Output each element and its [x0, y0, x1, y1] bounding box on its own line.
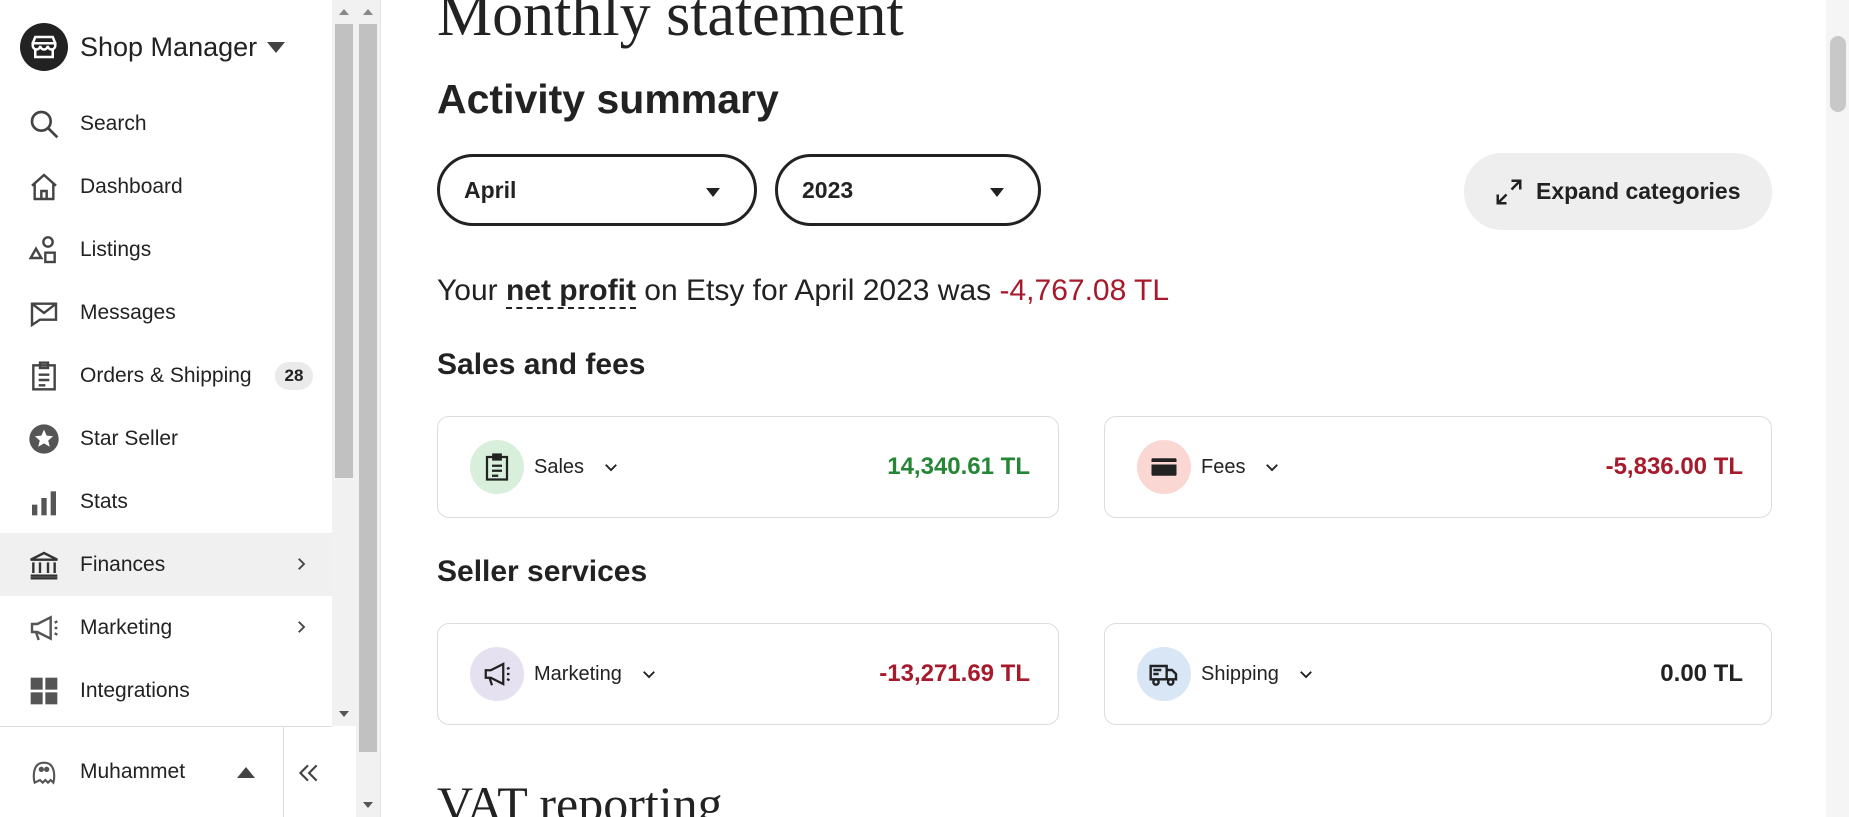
year-select-value: 2023 [802, 176, 854, 203]
net-profit-value: -4,767.08 TL [999, 274, 1170, 307]
clipboard-icon [28, 360, 60, 392]
sales-value: 14,340.61 TL [887, 453, 1030, 480]
year-select[interactable]: 2023 [775, 154, 1041, 226]
main-content: Monthly statement Activity summary April… [381, 0, 1826, 817]
chevron-right-icon [298, 558, 306, 570]
sidebar-item-stats[interactable]: Stats [0, 470, 332, 533]
sidebar-item-label: Search [80, 111, 147, 135]
shop-manager-menu[interactable]: Shop Manager [20, 22, 286, 72]
shipping-card[interactable]: Shipping 0.00 TL [1104, 623, 1772, 725]
sidebar-scrollbar[interactable] [356, 0, 380, 817]
sidebar-item-label: Dashboard [80, 174, 183, 198]
month-select[interactable]: April [437, 154, 757, 226]
sidebar-item-listings[interactable]: Listings [0, 218, 332, 281]
sidebar-item-label: Listings [80, 237, 152, 261]
sidebar-item-orders-shipping[interactable]: Orders & Shipping 28 [0, 344, 332, 407]
sidebar-nav-scrollbar[interactable] [332, 0, 356, 726]
fees-label: Fees [1201, 455, 1246, 478]
page-title: Monthly statement [437, 0, 904, 49]
expand-arrows-icon [1496, 179, 1522, 204]
collapse-sidebar-button[interactable] [283, 727, 332, 817]
sidebar-item-finances[interactable]: Finances [0, 533, 332, 596]
scroll-down-arrow-icon[interactable] [363, 802, 373, 808]
net-profit-tooltip-term[interactable]: net profit [505, 274, 636, 309]
sidebar-item-label: Finances [80, 552, 166, 576]
bar-chart-icon [28, 486, 60, 518]
shop-manager-title: Shop Manager [80, 31, 258, 62]
chevron-down-icon [642, 671, 655, 679]
expand-categories-button[interactable]: Expand categories [1464, 153, 1772, 230]
sidebar-item-search[interactable]: Search [0, 92, 332, 155]
scrollbar-thumb[interactable] [335, 24, 353, 478]
sales-label: Sales [534, 455, 585, 478]
bank-icon [28, 549, 60, 581]
fees-card[interactable]: Fees -5,836.00 TL [1104, 416, 1772, 518]
sidebar: Shop Manager Search Dashboard Listings M… [0, 0, 356, 817]
scrollbar-thumb[interactable] [1830, 36, 1846, 112]
profit-middle-text: on Etsy for April 2023 was [644, 274, 992, 307]
scroll-down-arrow-icon[interactable] [339, 711, 349, 717]
orders-count-badge: 28 [275, 362, 313, 390]
sidebar-item-label: Star Seller [80, 426, 179, 450]
user-avatar-icon [32, 761, 56, 785]
envelope-icon [28, 297, 60, 329]
scrollbar-thumb[interactable] [359, 24, 377, 752]
vat-reporting-heading: VAT reporting [437, 776, 723, 817]
credit-card-icon [1137, 440, 1191, 494]
net-profit-summary: Your net profit on Etsy for April 2023 w… [437, 274, 1170, 309]
shipping-label: Shipping [1201, 662, 1279, 685]
sidebar-item-label: Integrations [80, 678, 190, 702]
megaphone-icon [470, 647, 524, 701]
sidebar-nav-area: Shop Manager Search Dashboard Listings M… [0, 0, 332, 726]
chevron-right-icon [298, 621, 306, 633]
clipboard-icon [470, 440, 524, 494]
caret-down-icon [706, 188, 720, 197]
user-account-menu[interactable]: Muhammet [0, 726, 332, 817]
double-chevron-left-icon [298, 764, 318, 781]
sidebar-item-label: Marketing [80, 615, 173, 639]
marketing-label: Marketing [534, 662, 622, 685]
sidebar-item-label: Stats [80, 489, 128, 513]
sidebar-nav: Search Dashboard Listings Messages Order… [0, 92, 332, 722]
activity-summary-heading: Activity summary [437, 76, 779, 122]
chevron-down-icon [1299, 671, 1312, 679]
profit-prefix: Your [437, 274, 498, 307]
chevron-down-icon [1266, 464, 1279, 472]
marketing-value: -13,271.69 TL [879, 660, 1030, 687]
home-icon [28, 171, 60, 203]
megaphone-icon [28, 612, 60, 644]
sidebar-item-dashboard[interactable]: Dashboard [0, 155, 332, 218]
sidebar-item-star-seller[interactable]: Star Seller [0, 407, 332, 470]
grid-icon [28, 675, 60, 707]
sidebar-item-label: Messages [80, 300, 176, 324]
sidebar-item-label: Orders & Shipping [80, 363, 252, 387]
scroll-up-arrow-icon[interactable] [363, 9, 373, 15]
chevron-down-icon [605, 464, 617, 472]
month-select-value: April [464, 176, 517, 203]
user-name: Muhammet [80, 760, 186, 783]
expand-categories-label: Expand categories [1536, 178, 1741, 204]
sales-card[interactable]: Sales 14,340.61 TL [437, 416, 1059, 518]
seller-services-heading: Seller services [437, 555, 648, 588]
page-scrollbar[interactable] [1826, 0, 1849, 817]
sidebar-item-messages[interactable]: Messages [0, 281, 332, 344]
sidebar-item-integrations[interactable]: Integrations [0, 659, 332, 722]
marketing-card[interactable]: Marketing -13,271.69 TL [437, 623, 1059, 725]
shapes-icon [28, 234, 60, 266]
search-icon [28, 108, 60, 140]
shipping-value: 0.00 TL [1660, 660, 1743, 687]
scroll-up-arrow-icon[interactable] [339, 9, 349, 15]
sales-and-fees-heading: Sales and fees [437, 348, 646, 381]
caret-up-icon [237, 767, 255, 778]
sidebar-item-marketing[interactable]: Marketing [0, 596, 332, 659]
fees-value: -5,836.00 TL [1605, 453, 1743, 480]
delivery-truck-icon [1137, 647, 1191, 701]
caret-down-icon [267, 41, 286, 53]
caret-down-icon [990, 188, 1004, 197]
shop-icon [20, 23, 68, 71]
star-badge-icon [28, 423, 60, 455]
